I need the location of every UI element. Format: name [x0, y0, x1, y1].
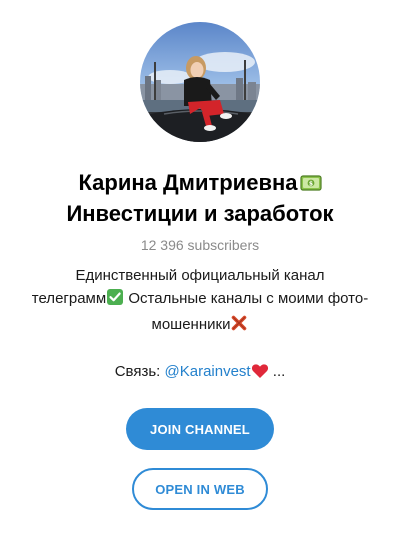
join-channel-button[interactable]: JOIN CHANNEL — [126, 408, 274, 450]
red-heart-icon — [251, 363, 269, 383]
channel-title-line1: Карина Дмитриевна $ — [66, 168, 333, 199]
channel-description: Единственный официальный канал телеграмм… — [5, 264, 395, 339]
contact-ellipsis: ... — [268, 363, 286, 380]
contact-line: Связь: @Karainvest ... — [115, 363, 286, 383]
description-line-3: мошенники — [5, 313, 395, 339]
channel-avatar-photo — [140, 22, 260, 142]
channel-preview-page: Карина Дмитриевна $ Инвестиции и заработо… — [0, 0, 400, 540]
description-line-2-rest: Остальные каналы с моими фото- — [124, 290, 369, 307]
contact-username-link[interactable]: @Karainvest — [165, 363, 251, 380]
svg-text:$: $ — [308, 180, 312, 187]
description-line-2-text: телеграмм — [31, 290, 107, 307]
cross-mark-icon — [230, 314, 248, 339]
channel-title: Карина Дмитриевна $ Инвестиции и заработо… — [66, 168, 333, 228]
description-line-1: Единственный официальный канал — [75, 267, 325, 284]
channel-avatar — [140, 22, 260, 142]
channel-title-text1: Карина Дмитриевна — [78, 170, 298, 195]
check-mark-icon — [106, 288, 124, 313]
subscriber-count: 12 396 subscribers — [140, 237, 260, 253]
description-line-3-text: мошенники — [151, 316, 231, 333]
money-bill-icon: $ — [299, 170, 322, 199]
description-line-2: телеграмм Остальные каналы с моими фото- — [5, 287, 395, 313]
channel-title-line2: Инвестиции и заработок — [66, 201, 334, 226]
open-in-web-button[interactable]: OPEN IN WEB — [132, 468, 268, 510]
contact-label: Связь: — [114, 363, 165, 380]
